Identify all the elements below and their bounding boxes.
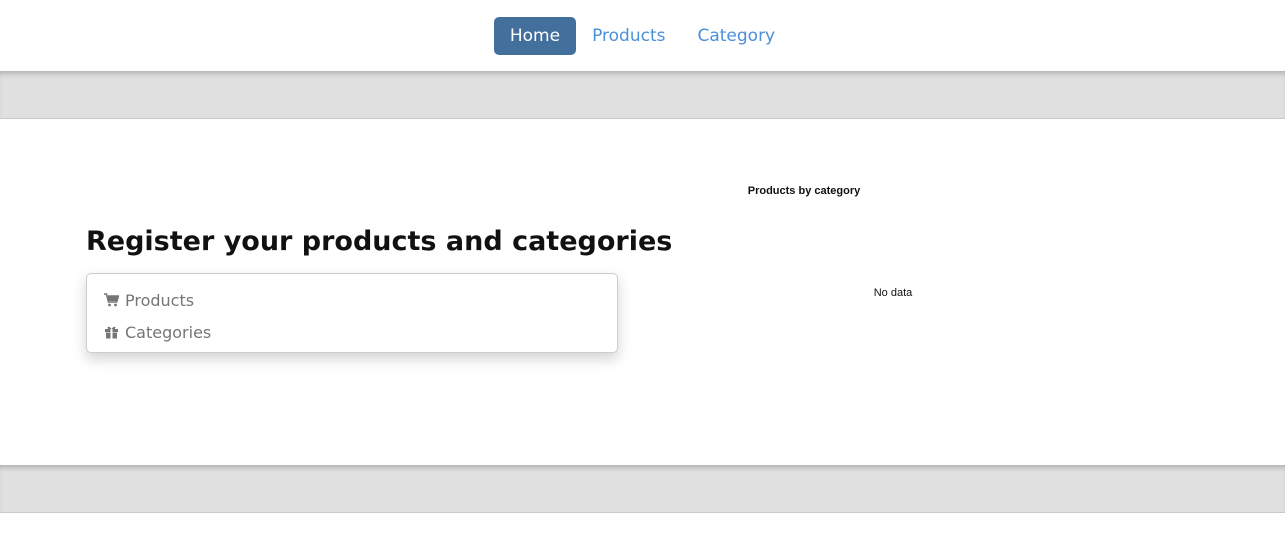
- footer-strip: [0, 513, 1285, 536]
- menu-item-categories[interactable]: Categories: [87, 316, 617, 348]
- menu-item-categories-label: Categories: [125, 322, 212, 342]
- page-title: Register your products and categories: [86, 226, 673, 257]
- menu-item-products[interactable]: Products: [87, 284, 617, 316]
- nav-home-link[interactable]: Home: [493, 16, 577, 55]
- nav-list: Home Products Category: [493, 16, 791, 55]
- gift-icon: [103, 324, 119, 340]
- nav-category-link[interactable]: Category: [681, 17, 791, 55]
- chart-title: Products by category: [747, 185, 861, 197]
- nav-products-link[interactable]: Products: [576, 17, 681, 55]
- chart-no-data-message: No data: [873, 287, 913, 299]
- cart-icon: [103, 292, 119, 308]
- top-navbar: Home Products Category: [0, 0, 1285, 71]
- bottom-gray-band: [0, 465, 1285, 513]
- main-content: Register your products and categories Pr…: [0, 119, 1285, 465]
- top-gray-band: [0, 71, 1285, 119]
- register-menu-card: Products Categories: [86, 273, 618, 353]
- menu-item-products-label: Products: [125, 290, 195, 310]
